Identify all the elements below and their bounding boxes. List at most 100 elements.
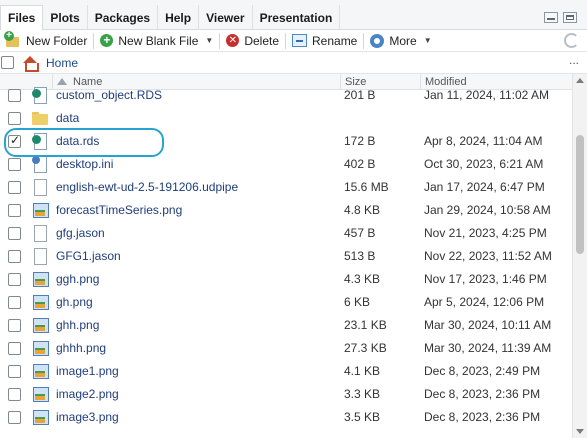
- rename-button[interactable]: Rename: [286, 31, 363, 51]
- chevron-down-icon: ▼: [205, 36, 214, 45]
- file-row[interactable]: image3.png 3.5 KB Dec 8, 2023, 2:36 PM: [0, 406, 580, 429]
- file-name-link[interactable]: ghh.png: [56, 318, 99, 332]
- file-name-link[interactable]: gfg.jason: [56, 226, 105, 240]
- tab-help[interactable]: Help: [158, 5, 200, 30]
- select-all-checkbox[interactable]: [1, 56, 14, 69]
- file-modified-date: Nov 17, 2023, 1:46 PM: [424, 272, 547, 286]
- image-icon: [32, 363, 49, 379]
- file-size: 4.3 KB: [344, 272, 381, 286]
- file-row[interactable]: desktop.ini 402 B Oct 30, 2023, 6:21 AM: [0, 153, 580, 176]
- file-modified-date: Oct 30, 2023, 6:21 AM: [424, 157, 544, 171]
- file-modified-date: Nov 21, 2023, 4:25 PM: [424, 226, 547, 240]
- file-row[interactable]: gh.png 6 KB Apr 5, 2024, 12:06 PM: [0, 291, 580, 314]
- file-select-checkbox[interactable]: [8, 250, 21, 263]
- file-row[interactable]: ghhh.png 27.3 KB Mar 30, 2024, 11:39 AM: [0, 337, 580, 360]
- gear-icon: [370, 33, 385, 48]
- minimize-pane-icon[interactable]: [544, 12, 558, 23]
- vertical-scrollbar[interactable]: [572, 74, 587, 438]
- file-name-link[interactable]: data.rds: [56, 134, 99, 148]
- breadcrumb-home[interactable]: Home: [46, 56, 78, 70]
- tab-presentation[interactable]: Presentation: [253, 5, 341, 30]
- file-select-checkbox[interactable]: [8, 296, 21, 309]
- tab-viewer[interactable]: Viewer: [199, 5, 253, 30]
- delete-icon: ✕: [226, 34, 240, 47]
- file-select-checkbox[interactable]: [8, 227, 21, 240]
- file-select-checkbox[interactable]: [8, 411, 21, 424]
- file-select-checkbox[interactable]: [8, 181, 21, 194]
- file-size: 172 B: [344, 134, 376, 148]
- file-row[interactable]: english-ewt-ud-2.5-191206.udpipe 15.6 MB J…: [0, 176, 580, 199]
- file-modified-date: Nov 22, 2023, 11:52 AM: [424, 249, 552, 263]
- file-select-checkbox[interactable]: [8, 89, 21, 102]
- refresh-icon[interactable]: [564, 33, 579, 48]
- file-row[interactable]: data.rds 172 B Apr 8, 2024, 11:04 AM: [0, 130, 580, 153]
- file-select-checkbox[interactable]: [8, 365, 21, 378]
- file-modified-date: Mar 30, 2024, 10:11 AM: [424, 318, 552, 332]
- file-name-link[interactable]: image1.png: [56, 364, 119, 378]
- file-name-link[interactable]: GFG1.jason: [56, 249, 121, 263]
- more-menu-button[interactable]: More ▼: [364, 31, 437, 51]
- maximize-pane-icon[interactable]: [563, 12, 577, 23]
- file-modified-date: Dec 8, 2023, 2:36 PM: [424, 410, 541, 424]
- image-icon: [32, 202, 49, 218]
- new-folder-button[interactable]: New Folder: [0, 30, 93, 51]
- image-icon: [32, 386, 49, 402]
- rename-icon: [292, 34, 307, 47]
- file-name-link[interactable]: image2.png: [56, 387, 119, 401]
- file-size: 201 B: [344, 88, 376, 102]
- file-select-checkbox[interactable]: [8, 273, 21, 286]
- file-size: 3.3 KB: [344, 387, 381, 401]
- new-blank-file-button[interactable]: + New Blank File ▼: [94, 31, 219, 51]
- file-select-checkbox[interactable]: [8, 319, 21, 332]
- file-size: 15.6 MB: [344, 180, 389, 194]
- file-modified-date: Jan 17, 2024, 6:47 PM: [424, 180, 545, 194]
- file-select-checkbox[interactable]: [8, 133, 21, 148]
- chevron-down-icon: ▼: [423, 36, 432, 45]
- home-icon[interactable]: [22, 55, 39, 72]
- file-name-link[interactable]: ghhh.png: [56, 341, 106, 355]
- delete-button[interactable]: ✕ Delete: [220, 31, 285, 51]
- file-name-link[interactable]: custom_object.RDS: [56, 88, 162, 102]
- more-label: More: [389, 33, 417, 48]
- file-row[interactable]: forecastTimeSeries.png 4.8 KB Jan 29, 2024…: [0, 199, 580, 222]
- new-folder-icon: [4, 30, 21, 48]
- file-size: 27.3 KB: [344, 341, 387, 355]
- folder-icon: [32, 110, 48, 126]
- go-to-directory-button[interactable]: ...: [569, 53, 579, 67]
- file-row[interactable]: ggh.png 4.3 KB Nov 17, 2023, 1:46 PM: [0, 268, 580, 291]
- rds-icon: [32, 133, 48, 150]
- file-select-checkbox[interactable]: [8, 158, 21, 171]
- file-name-link[interactable]: english-ewt-ud-2.5-191206.udpipe: [56, 180, 238, 194]
- file-select-checkbox[interactable]: [8, 112, 21, 125]
- file-select-checkbox[interactable]: [8, 342, 21, 355]
- file-select-checkbox[interactable]: [8, 204, 21, 217]
- settings-file-icon: [32, 156, 48, 173]
- file-name-link[interactable]: desktop.ini: [56, 157, 113, 171]
- tab-files[interactable]: Files: [0, 5, 44, 31]
- file-modified-date: Jan 11, 2024, 11:02 AM: [424, 88, 549, 102]
- tab-plots[interactable]: Plots: [43, 5, 88, 30]
- scrollbar-thumb[interactable]: [576, 135, 584, 254]
- rename-label: Rename: [312, 33, 358, 48]
- file-modified-date: Dec 8, 2023, 2:36 PM: [424, 387, 541, 401]
- scroll-down-arrow-icon[interactable]: [576, 429, 584, 434]
- file-name-link[interactable]: data: [56, 111, 79, 125]
- file-row[interactable]: custom_object.RDS 201 B Jan 11, 2024, 11:0…: [0, 84, 580, 107]
- tab-packages[interactable]: Packages: [88, 5, 159, 30]
- document-icon: [32, 179, 48, 196]
- file-row[interactable]: image1.png 4.1 KB Dec 8, 2023, 2:49 PM: [0, 360, 580, 383]
- file-name-link[interactable]: forecastTimeSeries.png: [56, 203, 182, 217]
- file-row[interactable]: data: [0, 107, 580, 130]
- file-row[interactable]: GFG1.jason 513 B Nov 22, 2023, 11:52 AM: [0, 245, 580, 268]
- file-row[interactable]: image2.png 3.3 KB Dec 8, 2023, 2:36 PM: [0, 383, 580, 406]
- file-name-link[interactable]: image3.png: [56, 410, 119, 424]
- file-row[interactable]: ghh.png 23.1 KB Mar 30, 2024, 10:11 AM: [0, 314, 580, 337]
- file-name-link[interactable]: gh.png: [56, 295, 93, 309]
- file-name-link[interactable]: ggh.png: [56, 272, 99, 286]
- file-row[interactable]: gfg.jason 457 B Nov 21, 2023, 4:25 PM: [0, 222, 580, 245]
- file-select-checkbox[interactable]: [8, 388, 21, 401]
- file-list: custom_object.RDS 201 B Jan 11, 2024, 11:0…: [0, 84, 580, 438]
- file-size: 4.8 KB: [344, 203, 381, 217]
- scroll-up-arrow-icon[interactable]: [576, 78, 584, 83]
- file-size: 23.1 KB: [344, 318, 387, 332]
